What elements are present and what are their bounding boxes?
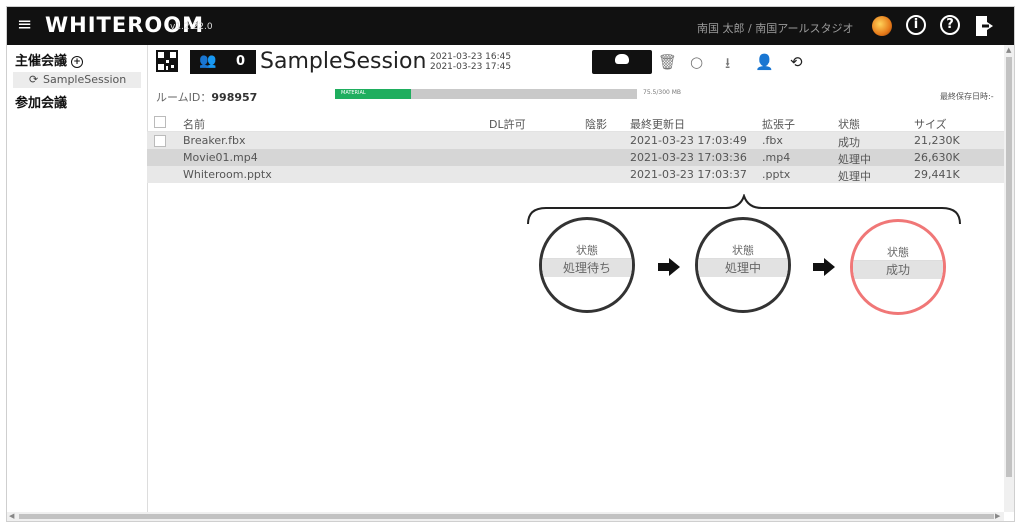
- status-step-waiting: 状態 処理待ち: [539, 217, 635, 313]
- vertical-scrollbar[interactable]: ▲: [1004, 45, 1014, 512]
- sidebar-item-samplesession[interactable]: ⟳ SampleSession: [13, 72, 141, 88]
- sidebar-item-label: SampleSession: [43, 73, 127, 86]
- joined-meetings-heading[interactable]: 参加会議: [15, 92, 67, 111]
- top-bar: ≡ WHITEROOM v1.2.22.0 南国 太郎 / 南国アールスタジオ …: [7, 7, 1014, 45]
- col-size[interactable]: サイズ: [914, 116, 947, 132]
- table-row[interactable]: Breaker.fbx 2021-03-23 17:03:49 .fbx 成功 …: [147, 132, 1009, 149]
- status-step-header: 状態: [853, 244, 943, 261]
- host-meetings-heading: 主催会議 +: [15, 50, 84, 69]
- updated-date: 2021-03-23 17:45: [430, 62, 512, 72]
- help-icon[interactable]: ?: [940, 15, 960, 35]
- col-ext[interactable]: 拡張子: [762, 116, 795, 132]
- file-status: 処理中: [838, 170, 871, 183]
- file-name: Breaker.fbx: [183, 134, 246, 147]
- arrow-right-icon: [813, 258, 835, 276]
- participants-button[interactable]: 👥 0: [190, 50, 256, 74]
- col-shadow[interactable]: 陰影: [585, 116, 607, 132]
- cloud-upload-icon: [615, 54, 629, 64]
- status-step-header: 状態: [542, 242, 632, 259]
- search-icon[interactable]: ○: [690, 53, 703, 71]
- file-size: 26,630K: [914, 151, 960, 164]
- room-id-label: ルームID：: [156, 91, 212, 104]
- upload-button[interactable]: [592, 50, 652, 74]
- arrow-right-icon: [658, 258, 680, 276]
- file-ext: .pptx: [762, 168, 791, 181]
- room-id-value: 998957: [211, 91, 258, 104]
- table-row[interactable]: Whiteroom.pptx 2021-03-23 17:03:37 .pptx…: [147, 166, 1009, 183]
- file-status: 処理中: [838, 153, 871, 166]
- horizontal-scrollbar[interactable]: ◀ ▶: [7, 512, 1004, 521]
- storage-usage: 75.5/300 MB: [643, 89, 682, 96]
- file-name: Whiteroom.pptx: [183, 168, 272, 181]
- room-id: ルームID：998957: [156, 89, 257, 105]
- storage-fill: MATERIAL: [335, 89, 411, 99]
- session-dates: 2021-03-23 16:45 2021-03-23 17:45: [430, 52, 511, 72]
- people-icon: 👥: [199, 53, 217, 69]
- info-icon[interactable]: i: [906, 15, 926, 35]
- status-step-success: 状態 成功: [850, 219, 946, 315]
- download-icon[interactable]: ⭳: [725, 53, 730, 78]
- horizontal-scroll-thumb[interactable]: [19, 514, 994, 519]
- storage-bar: MATERIAL: [335, 89, 637, 99]
- scroll-right-icon[interactable]: ▶: [995, 512, 1000, 520]
- row-checkbox[interactable]: [154, 135, 166, 147]
- planet-avatar-icon[interactable]: [872, 16, 892, 36]
- participant-count: 0: [236, 54, 246, 69]
- session-title: SampleSession: [260, 49, 427, 74]
- user-permission-icon[interactable]: 👤: [755, 53, 774, 71]
- trash-icon[interactable]: 🗑: [658, 53, 677, 71]
- status-step-header: 状態: [698, 242, 788, 259]
- scroll-left-icon[interactable]: ◀: [9, 512, 14, 520]
- file-size: 21,230K: [914, 134, 960, 147]
- status-step-value: 処理中: [698, 259, 788, 277]
- file-ext: .mp4: [762, 151, 791, 164]
- app-version: v1.2.22.0: [170, 22, 213, 32]
- col-name[interactable]: 名前: [183, 116, 205, 132]
- col-status[interactable]: 状態: [838, 116, 860, 132]
- logout-icon[interactable]: [974, 15, 996, 37]
- file-ext: .fbx: [762, 134, 783, 147]
- file-table-header: 名前 DL許可 陰影 最終更新日 拡張子 状態 サイズ: [147, 114, 1009, 132]
- file-size: 29,441K: [914, 168, 960, 181]
- status-step-value: 成功: [853, 261, 943, 279]
- last-saved: 最終保存日時:-: [940, 92, 994, 101]
- select-all-checkbox[interactable]: [154, 116, 166, 128]
- table-row[interactable]: Movie01.mp4 2021-03-23 17:03:36 .mp4 処理中…: [147, 149, 1009, 166]
- storage-label: MATERIAL: [341, 90, 366, 96]
- status-step-processing: 状態 処理中: [695, 217, 791, 313]
- sidebar: 主催会議 + ⟳ SampleSession 参加会議: [7, 45, 148, 521]
- status-step-value: 処理待ち: [542, 259, 632, 277]
- app-window: ≡ WHITEROOM v1.2.22.0 南国 太郎 / 南国アールスタジオ …: [6, 6, 1015, 522]
- col-date[interactable]: 最終更新日: [630, 116, 685, 132]
- refresh-icon: ⟳: [29, 73, 39, 86]
- col-dl[interactable]: DL許可: [489, 116, 526, 132]
- file-date: 2021-03-23 17:03:49: [630, 134, 747, 147]
- user-name: 南国 太郎 / 南国アールスタジオ: [697, 22, 854, 35]
- file-status: 成功: [838, 136, 860, 149]
- history-icon[interactable]: ⟲: [790, 53, 803, 71]
- host-meetings-label: 主催会議: [15, 54, 68, 69]
- scroll-up-icon[interactable]: ▲: [1006, 46, 1011, 54]
- add-meeting-icon[interactable]: +: [71, 55, 84, 68]
- hamburger-menu-icon[interactable]: ≡: [17, 16, 33, 34]
- file-name: Movie01.mp4: [183, 151, 258, 164]
- created-date: 2021-03-23 16:45: [430, 52, 512, 62]
- qr-code-icon[interactable]: [156, 50, 178, 72]
- file-date: 2021-03-23 17:03:37: [630, 168, 747, 181]
- vertical-scroll-thumb[interactable]: [1006, 57, 1012, 477]
- file-date: 2021-03-23 17:03:36: [630, 151, 747, 164]
